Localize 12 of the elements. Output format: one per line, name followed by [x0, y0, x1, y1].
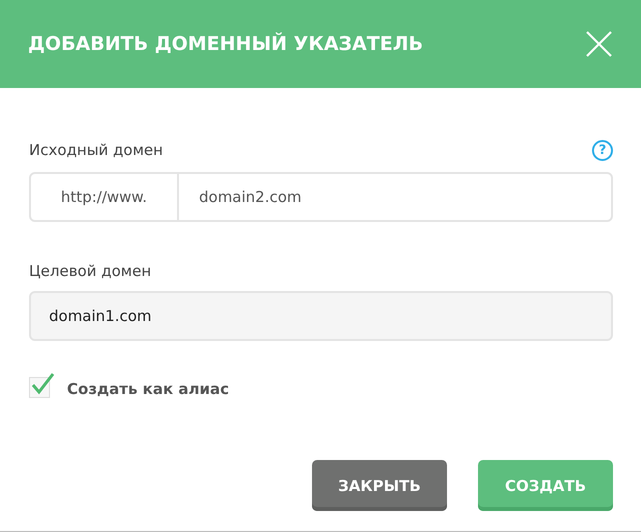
close-button[interactable] [585, 30, 613, 58]
dialog-title: ДОБАВИТЬ ДОМЕННЫЙ УКАЗАТЕЛЬ [28, 33, 423, 55]
close-dialog-button[interactable]: ЗАКРЫТЬ [312, 460, 447, 511]
domain-input[interactable]: domain2.com [179, 174, 611, 220]
field-label: Исходный домен [29, 141, 163, 159]
close-icon [585, 30, 613, 58]
url-prefix: http://www. [31, 174, 179, 220]
checkbox-label: Создать как алиас [67, 380, 230, 398]
target-domain-field[interactable]: domain1.com [29, 291, 613, 341]
source-domain-field[interactable]: http://www. domain2.com [29, 172, 613, 222]
field-label: Целевой домен [29, 262, 152, 280]
checkbox[interactable] [29, 371, 55, 398]
